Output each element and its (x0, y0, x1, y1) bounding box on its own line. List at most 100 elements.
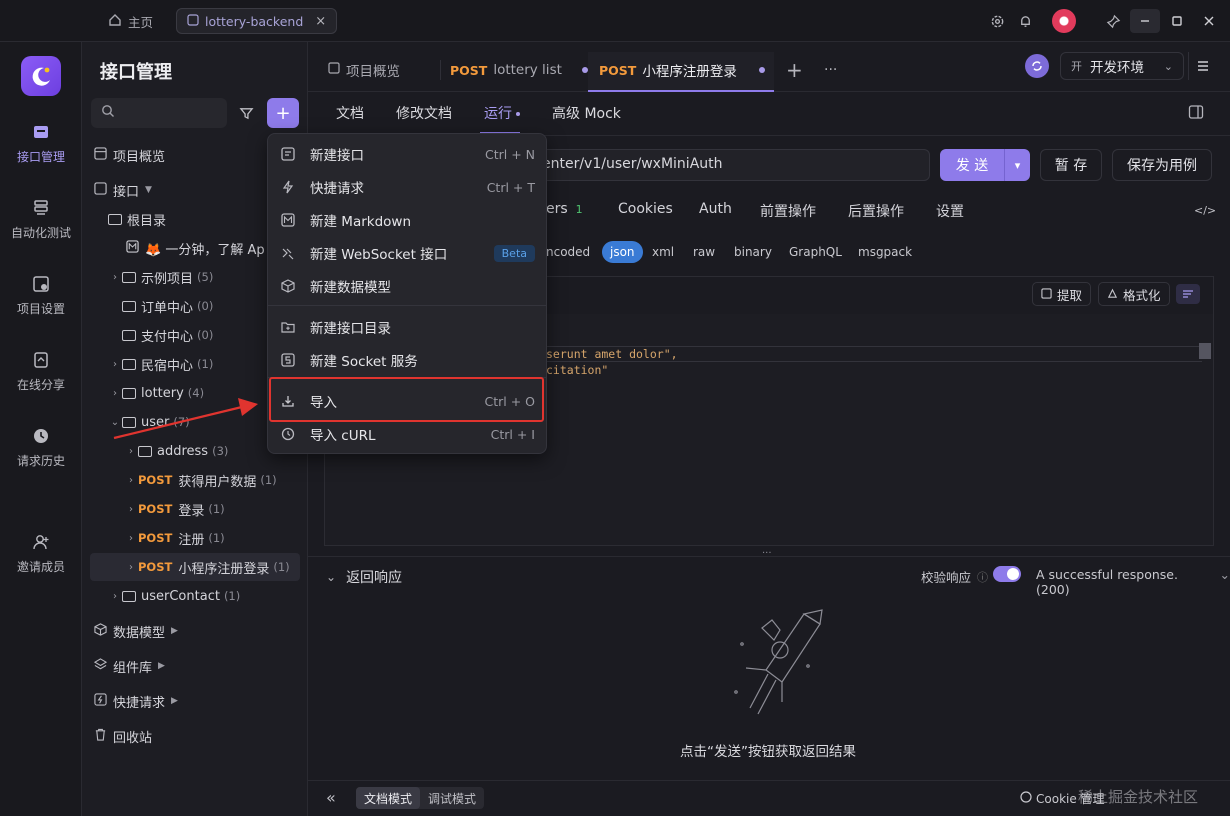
search-input[interactable] (91, 98, 227, 128)
body-type-binary[interactable]: binary (734, 241, 772, 263)
menu-item-import-curl[interactable]: 导入 cURL Ctrl + I (280, 419, 535, 449)
body-type-xml[interactable]: xml (652, 241, 674, 263)
home-tab[interactable]: 主页 (108, 10, 153, 32)
chevron-right-icon: › (129, 445, 133, 457)
code-icon[interactable]: </> (1194, 204, 1216, 217)
rail-project-settings[interactable]: 项目设置 (0, 274, 82, 317)
sidebar-item-trash[interactable]: 回收站 (94, 722, 306, 750)
app-logo (21, 56, 61, 96)
bell-icon[interactable] (1014, 9, 1036, 33)
tab-overview[interactable]: 项目概览 (328, 52, 400, 88)
sidebar-item-components[interactable]: 组件库 ▶ (94, 652, 306, 680)
response-toggle[interactable]: ⌄ 返回响应 (326, 567, 402, 587)
rail-api[interactable]: 接口管理 (0, 122, 82, 165)
tree-folder[interactable]: › userContact (1) (108, 582, 320, 610)
tab-cookies[interactable]: Cookies (618, 201, 673, 217)
tree-endpoint[interactable]: › POST 注册 (1) (124, 524, 302, 552)
cube-icon (94, 622, 107, 640)
folder-icon (122, 300, 136, 312)
collapse-icon[interactable]: « (326, 788, 336, 807)
rail-history[interactable]: 请求历史 (0, 426, 82, 469)
body-type-raw[interactable]: raw (693, 241, 715, 263)
tab-doc[interactable]: 文档 (336, 103, 364, 123)
body-type-graphql[interactable]: GraphQL (789, 241, 842, 263)
tree-endpoint-selected[interactable]: › POST 小程序注册登录 (1) (90, 553, 300, 581)
save-button[interactable]: 暂 存 (1040, 149, 1102, 181)
watermark: 稀土掘金技术社区 (1078, 788, 1199, 806)
panel-toggle-icon[interactable] (1188, 104, 1204, 124)
tab-settings[interactable]: 设置 (936, 201, 964, 221)
environment-select[interactable]: 开开发环境 ⌄ (1060, 52, 1184, 80)
tab-edit-doc[interactable]: 修改文档 (396, 103, 452, 123)
sidebar-item-quick[interactable]: 快捷请求 ▶ (94, 687, 306, 715)
tab-lottery-list[interactable]: POST lottery list (450, 52, 588, 88)
quick-label: 快捷请求 (113, 695, 166, 711)
body-type-json[interactable]: json (602, 241, 643, 263)
tab-pre-ops[interactable]: 前置操作 (760, 201, 816, 221)
debug-mode-button[interactable]: 调试模式 (420, 790, 484, 807)
avatar[interactable] (1052, 9, 1076, 33)
more-tabs-button[interactable]: ··· (824, 52, 837, 88)
menu-item-new-markdown[interactable]: 新建 Markdown (280, 205, 535, 235)
menu-item-new-socket[interactable]: 新建 Socket 服务 (280, 345, 535, 375)
layers-icon (94, 657, 108, 675)
tab-run-label: 运行 (484, 106, 512, 122)
pin-icon[interactable] (1102, 9, 1124, 33)
menu-item-quick-request[interactable]: 快捷请求 Ctrl + T (280, 172, 535, 202)
tree-endpoint[interactable]: › POST 登录 (1) (124, 495, 302, 523)
gear-icon[interactable] (986, 9, 1008, 33)
tab-post-ops[interactable]: 后置操作 (848, 201, 904, 221)
tree-endpoint[interactable]: › POST 获得用户数据 (1) (124, 466, 302, 494)
menu-item-new-api[interactable]: 新建接口 Ctrl + N (280, 139, 535, 169)
scrollbar-thumb[interactable] (1199, 343, 1211, 359)
close-icon[interactable]: × (315, 14, 326, 29)
tab-mini-auth[interactable]: POST 小程序注册登录 (599, 52, 765, 88)
rail-automation[interactable]: 自动化测试 (0, 198, 82, 241)
add-tab-button[interactable]: + (786, 52, 803, 88)
menu-item-new-folder[interactable]: 新建接口目录 (280, 312, 535, 342)
rail-share[interactable]: 在线分享 (0, 350, 82, 393)
share-icon (31, 350, 51, 370)
endpoint-label: 注册 (178, 532, 205, 548)
add-button[interactable]: + (267, 98, 299, 128)
validate-response: 校验响应 ⓘ (921, 567, 988, 586)
endpoint-count: (1) (273, 560, 290, 574)
overview-label: 项目概览 (113, 149, 166, 165)
menu-item-new-model[interactable]: 新建数据模型 (280, 271, 535, 301)
url-text[interactable]: enter/v1/user/wxMiniAuth (542, 156, 723, 172)
minimize-icon[interactable] (1130, 9, 1160, 33)
menu-icon[interactable] (1188, 52, 1216, 80)
sidebar-item-models[interactable]: 数据模型 ▶ (94, 617, 306, 645)
tab-mock[interactable]: 高级 Mock (552, 103, 621, 123)
rail-invite[interactable]: 邀请成员 (0, 532, 82, 575)
tab-run[interactable]: 运行 (484, 103, 520, 123)
chevron-down-icon[interactable]: ▾ (1004, 149, 1030, 181)
menu-label: 新建接口 (310, 148, 364, 164)
validate-toggle[interactable] (993, 566, 1021, 582)
body-type-urlencoded[interactable]: ncoded (546, 241, 590, 263)
extract-button[interactable]: 提取 (1032, 282, 1092, 306)
maximize-icon[interactable] (1166, 9, 1188, 33)
menu-shortcut: Ctrl + T (486, 179, 535, 195)
rail-label: 邀请成员 (16, 560, 65, 574)
lightning-icon (94, 692, 107, 710)
format-button[interactable]: 格式化 (1098, 282, 1170, 306)
menu-item-new-websocket[interactable]: 新建 WebSocket 接口 Beta (280, 238, 535, 268)
wrap-icon[interactable] (1176, 284, 1200, 304)
save-case-button[interactable]: 保存为用例 (1112, 149, 1212, 181)
filter-icon[interactable] (232, 98, 260, 128)
components-label: 组件库 (113, 660, 153, 676)
project-tab-label: lottery-backend (205, 13, 304, 29)
project-tab[interactable]: lottery-backend × (176, 8, 338, 34)
body-type-msgpack[interactable]: msgpack (858, 241, 912, 263)
sync-icon[interactable] (1025, 54, 1049, 78)
window-close-icon[interactable] (1198, 9, 1220, 33)
response-status-select[interactable]: A successful response. (200) ⌄ (1036, 567, 1230, 597)
rail-label: 请求历史 (16, 454, 65, 468)
send-button[interactable]: 发 送 ▾ (940, 149, 1030, 181)
menu-label: 新建 Markdown (310, 214, 412, 230)
tab-headers[interactable]: ers 1 (546, 201, 583, 217)
endpoint-count: (1) (208, 502, 225, 516)
doc-mode-button[interactable]: 文档模式 (356, 787, 420, 809)
tab-auth[interactable]: Auth (699, 201, 732, 217)
